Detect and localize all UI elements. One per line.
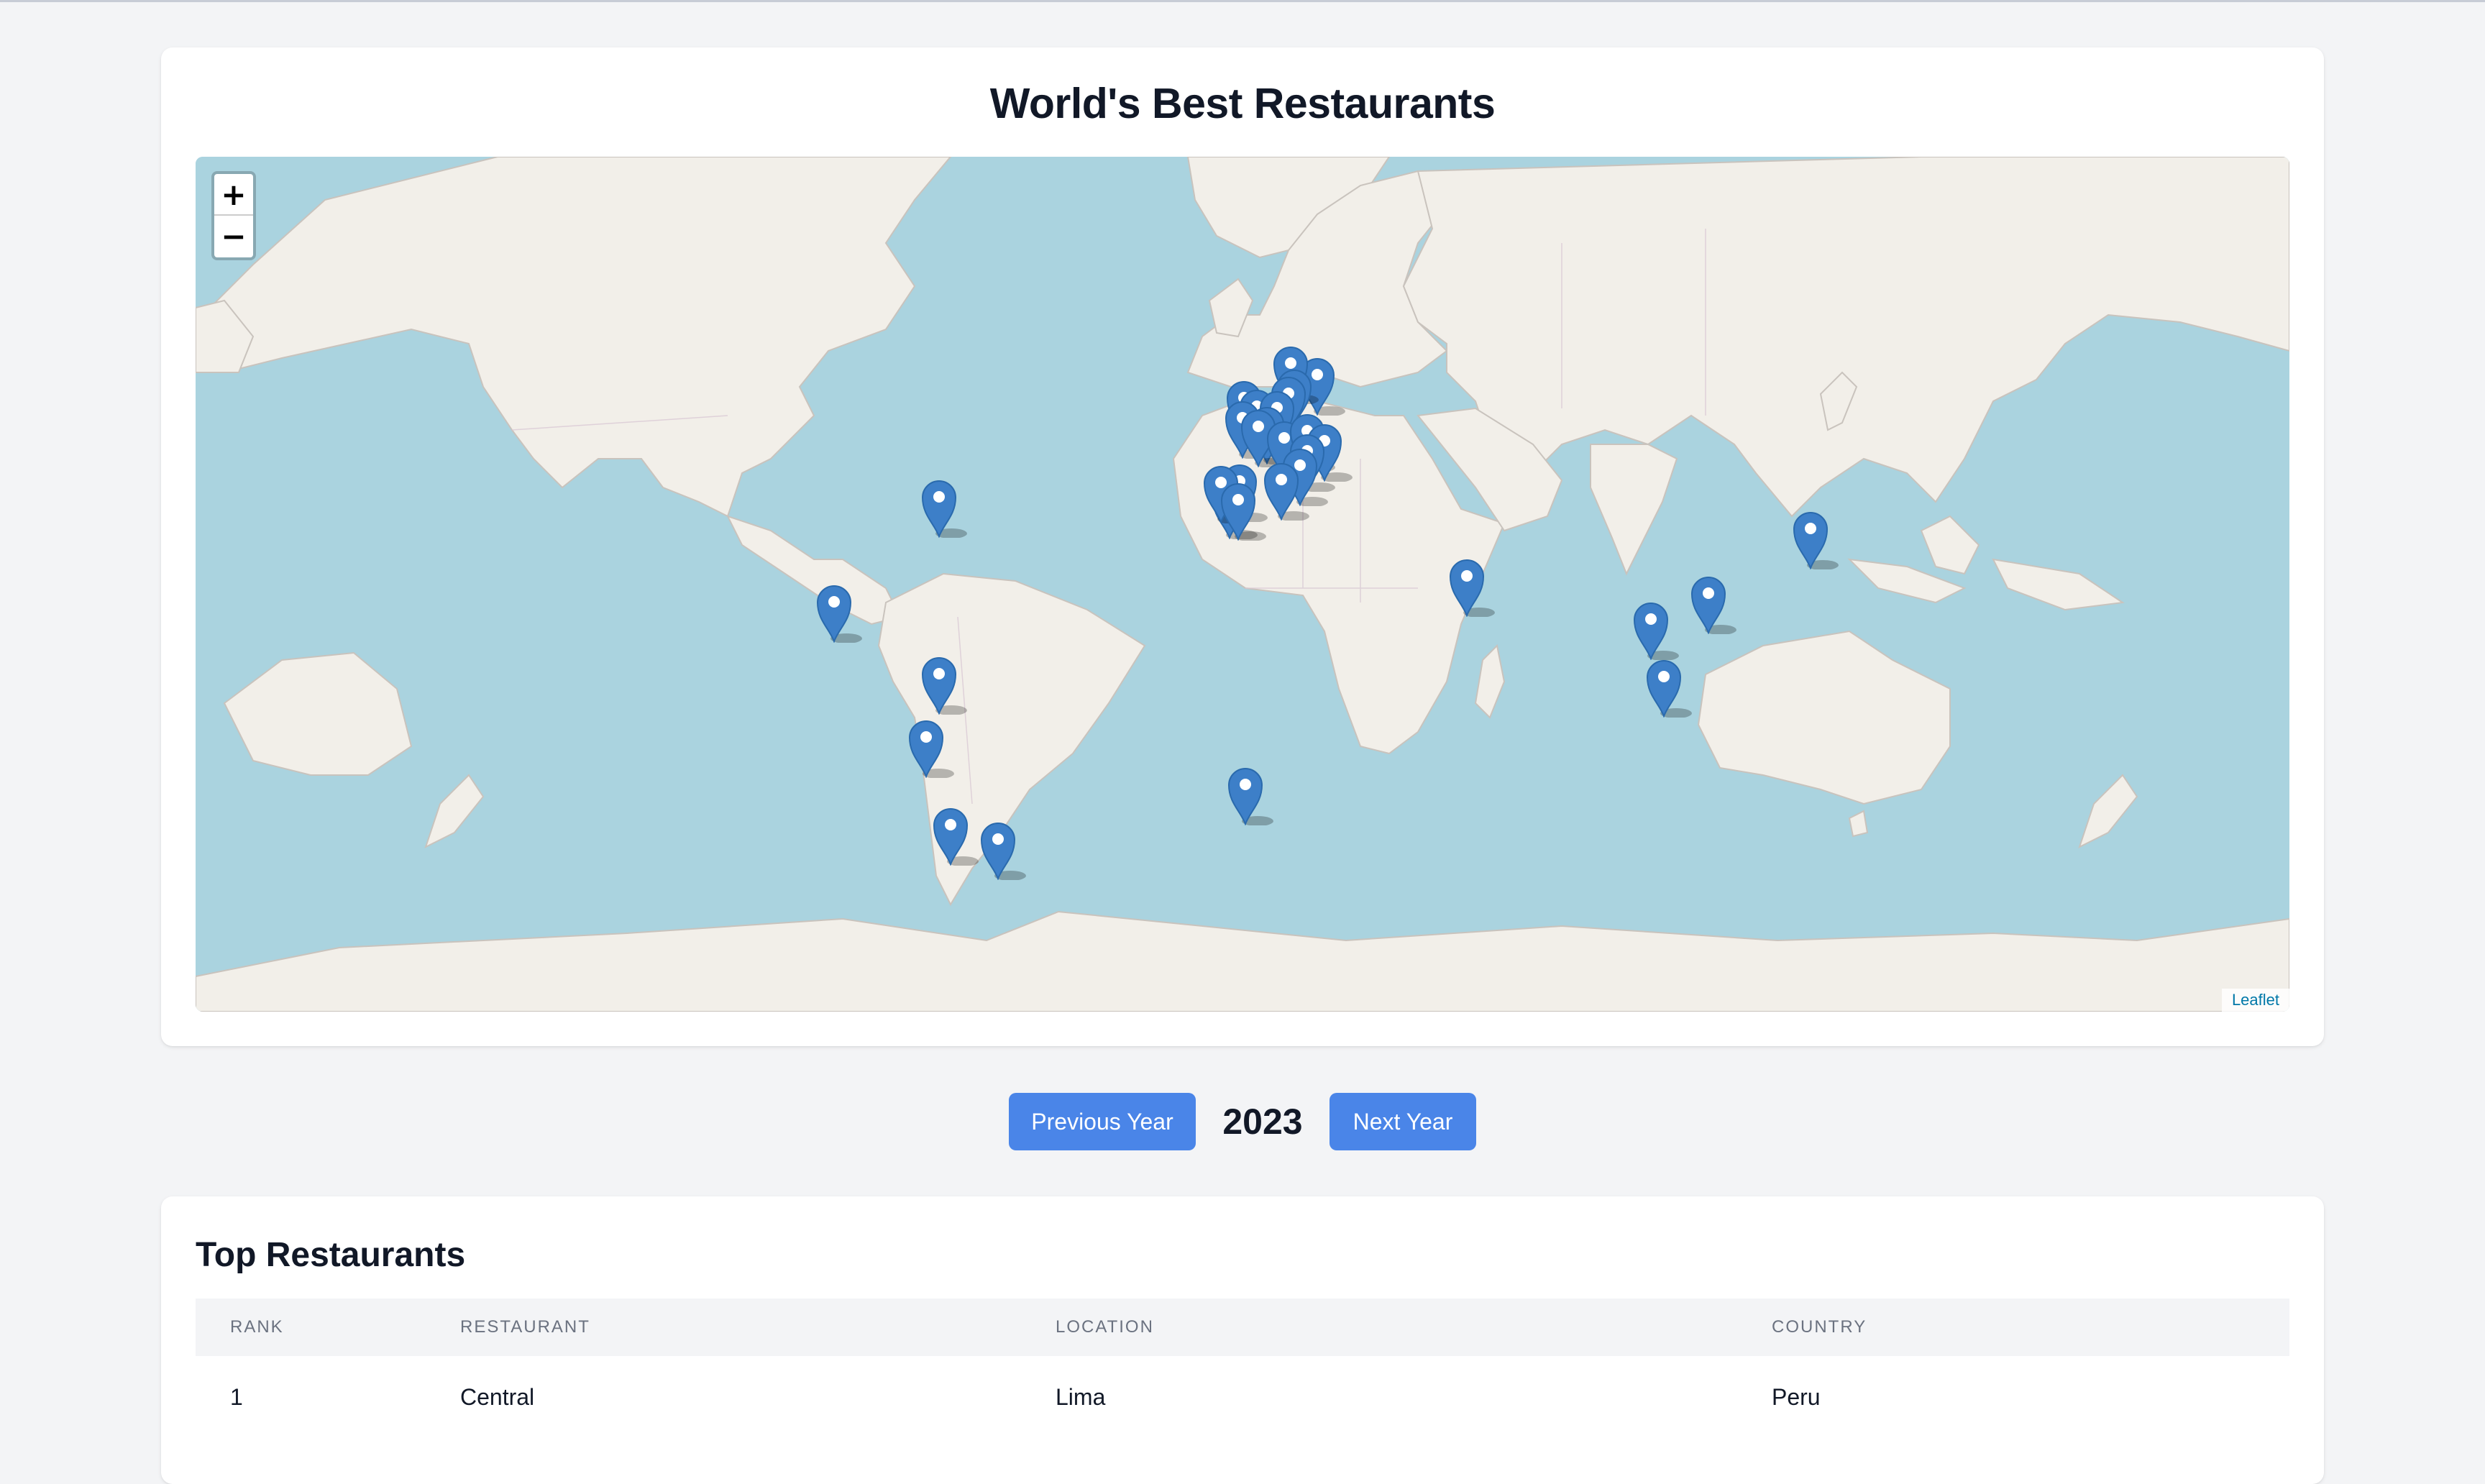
restaurant-marker-icon[interactable] [921, 656, 967, 715]
column-header-country: COUNTRY [1772, 1298, 2289, 1356]
year-navigation: Previous Year 2023 Next Year [0, 1093, 2485, 1150]
map-basemap [196, 157, 2289, 1012]
restaurant-marker-icon[interactable] [1227, 766, 1273, 825]
map-card: World's Best Restaurants + − Leaflet [161, 47, 2324, 1046]
next-year-button[interactable]: Next Year [1330, 1093, 1476, 1150]
cell-rank: 1 [230, 1383, 243, 1410]
cell-restaurant: Central [460, 1383, 535, 1410]
column-header-rank: RANK [196, 1298, 460, 1356]
page-title: World's Best Restaurants [989, 80, 1496, 127]
map-attribution[interactable]: Leaflet [2221, 989, 2289, 1012]
restaurant-marker-icon[interactable] [908, 719, 954, 778]
previous-year-button[interactable]: Previous Year [1009, 1093, 1196, 1150]
restaurant-marker-icon[interactable] [1449, 558, 1495, 617]
restaurant-marker-icon[interactable] [1690, 575, 1736, 634]
table-title: Top Restaurants [196, 1236, 466, 1274]
cell-location: Lima [1056, 1383, 1106, 1410]
column-header-location: LOCATION [1056, 1298, 1772, 1356]
table-row[interactable]: 1 Central Lima Peru [196, 1356, 2289, 1438]
restaurant-marker-icon[interactable] [1646, 659, 1692, 718]
restaurant-marker-icon[interactable] [1793, 510, 1839, 569]
restaurant-marker-icon[interactable] [921, 479, 967, 538]
cell-country: Peru [1772, 1383, 1821, 1410]
restaurants-table: RANK RESTAURANT LOCATION COUNTRY 1 Centr… [196, 1298, 2289, 1438]
table-header-row: RANK RESTAURANT LOCATION COUNTRY [196, 1298, 2289, 1356]
zoom-out-button[interactable]: − [214, 216, 253, 257]
restaurant-marker-icon[interactable] [933, 807, 979, 866]
restaurant-marker-icon[interactable] [1220, 482, 1266, 541]
zoom-control: + − [211, 171, 256, 260]
current-year: 2023 [1222, 1101, 1303, 1142]
top-restaurants-card: Top Restaurants RANK RESTAURANT LOCATION… [161, 1196, 2324, 1484]
restaurant-marker-icon[interactable] [1633, 601, 1679, 660]
window-top-border [0, 0, 2485, 2]
column-header-restaurant: RESTAURANT [460, 1298, 1056, 1356]
zoom-in-button[interactable]: + [214, 174, 253, 216]
world-map[interactable]: + − Leaflet [196, 157, 2289, 1012]
restaurant-marker-icon[interactable] [816, 584, 862, 643]
